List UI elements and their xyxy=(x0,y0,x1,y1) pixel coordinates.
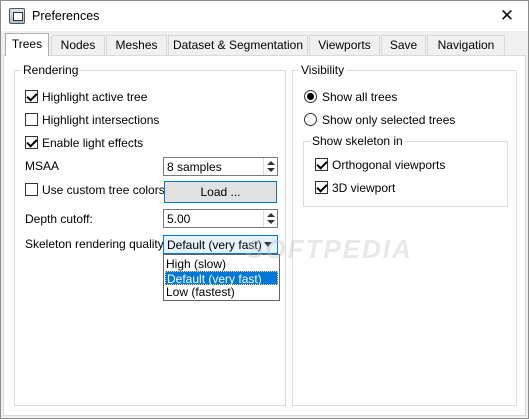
app-icon xyxy=(9,8,25,24)
show-skeleton-in-group: Show skeleton in Orthogonal viewports 3D… xyxy=(303,134,508,207)
msaa-stepper[interactable] xyxy=(263,158,277,175)
depth-cutoff-label: Depth cutoff: xyxy=(25,212,93,226)
orthogonal-viewports-label: Orthogonal viewports xyxy=(332,158,446,172)
depth-cutoff-stepper[interactable] xyxy=(263,210,277,227)
show-skeleton-in-title: Show skeleton in xyxy=(310,134,405,148)
skeleton-quality-label: Skeleton rendering quality: xyxy=(25,237,168,251)
msaa-value: 8 samples xyxy=(167,160,222,174)
visibility-group-title: Visibility xyxy=(299,63,347,77)
enable-light-effects-label: Enable light effects xyxy=(42,136,144,150)
option-low-fastest[interactable]: Low (fastest) xyxy=(165,285,278,299)
rendering-group-title: Rendering xyxy=(21,63,81,77)
preferences-window: Preferences ✕ Trees Nodes Meshes Dataset… xyxy=(0,0,529,419)
depth-cutoff-spinbox[interactable]: 5.00 xyxy=(163,209,278,228)
viewport-3d-checkbox[interactable] xyxy=(315,181,328,194)
arrow-down-icon[interactable] xyxy=(267,220,275,224)
window-title: Preferences xyxy=(32,9,100,23)
highlight-active-tree-label: Highlight active tree xyxy=(42,90,148,104)
custom-tree-colors-checkbox[interactable] xyxy=(25,183,38,196)
show-all-trees-radio[interactable] xyxy=(304,90,317,103)
orthogonal-viewports-checkbox[interactable] xyxy=(315,158,328,171)
tab-trees[interactable]: Trees xyxy=(5,33,49,56)
show-selected-trees-label: Show only selected trees xyxy=(322,113,456,127)
tab-navigation[interactable]: Navigation xyxy=(427,35,505,55)
msaa-label: MSAA xyxy=(25,159,60,173)
title-bar: Preferences ✕ xyxy=(1,1,528,31)
enable-light-effects-checkbox[interactable] xyxy=(25,136,38,149)
show-selected-trees-radio[interactable] xyxy=(304,113,317,126)
viewport-3d-label: 3D viewport xyxy=(332,181,396,195)
close-button[interactable]: ✕ xyxy=(492,3,522,29)
highlight-intersections-checkbox[interactable] xyxy=(25,113,38,126)
depth-cutoff-value: 5.00 xyxy=(167,212,191,226)
watermark: SOFTPEDIA xyxy=(246,234,413,264)
arrow-up-icon[interactable] xyxy=(267,161,275,165)
tab-dataset-segmentation[interactable]: Dataset & Segmentation xyxy=(168,35,308,55)
load-button[interactable]: Load ... xyxy=(164,181,277,203)
highlight-active-tree-checkbox[interactable] xyxy=(25,90,38,103)
option-default-very-fast[interactable]: Default (very fast) xyxy=(165,271,278,286)
tab-meshes[interactable]: Meshes xyxy=(106,35,167,55)
msaa-spinbox[interactable]: 8 samples xyxy=(163,157,278,176)
highlight-intersections-label: Highlight intersections xyxy=(42,113,160,127)
tab-save[interactable]: Save xyxy=(381,35,426,55)
arrow-up-icon[interactable] xyxy=(267,213,275,217)
tab-viewports[interactable]: Viewports xyxy=(309,35,380,55)
custom-tree-colors-label: Use custom tree colors xyxy=(42,183,165,197)
arrow-down-icon[interactable] xyxy=(267,168,275,172)
tab-bar: Trees Nodes Meshes Dataset & Segmentatio… xyxy=(3,33,528,56)
show-all-trees-label: Show all trees xyxy=(322,90,398,104)
tab-nodes[interactable]: Nodes xyxy=(51,35,105,55)
